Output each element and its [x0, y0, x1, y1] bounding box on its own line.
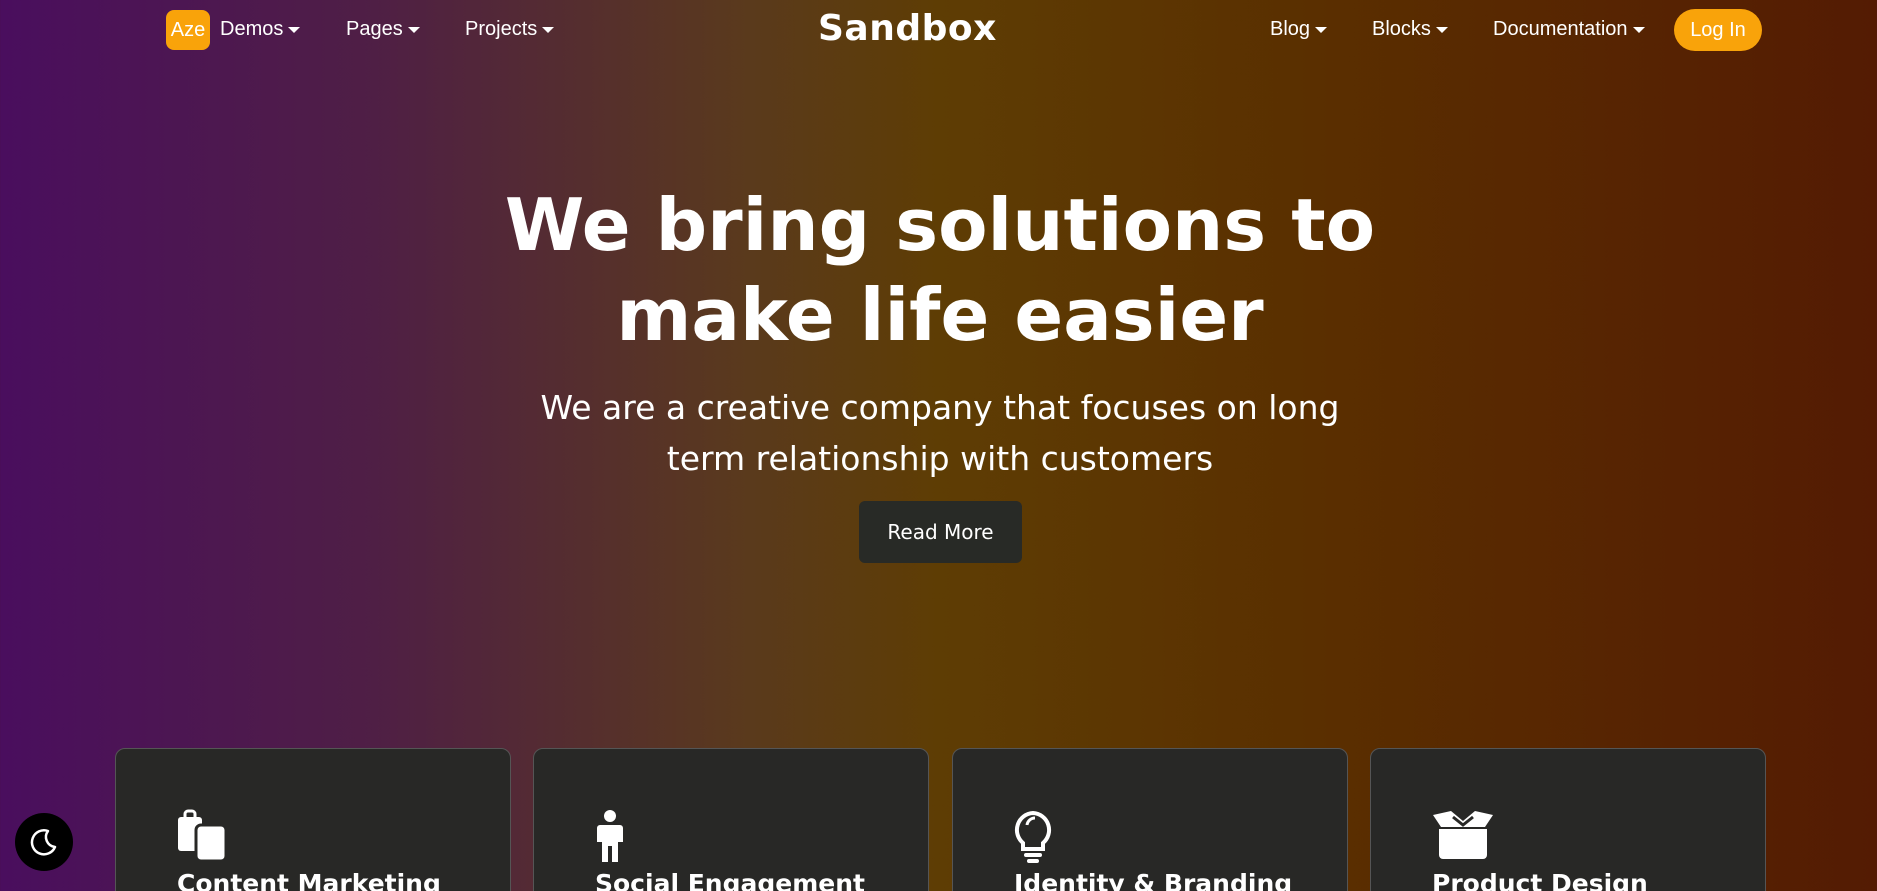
service-card-product-design[interactable]: Product Design: [1370, 748, 1766, 891]
caret-down-icon: [407, 26, 420, 33]
service-card-social-engagement[interactable]: Social Engagement: [533, 748, 929, 891]
read-more-button[interactable]: Read More: [859, 501, 1022, 563]
logo-badge[interactable]: Aze: [166, 10, 210, 50]
nav-item-label: Pages: [346, 18, 403, 40]
login-button[interactable]: Log In: [1674, 9, 1762, 51]
hero-title-line: We bring solutions to: [504, 183, 1376, 267]
hero-subtitle: We are a creative company that focuses o…: [540, 382, 1340, 484]
lightbulb-icon: [1013, 809, 1077, 865]
brand-logo[interactable]: Sandbox: [818, 8, 997, 49]
hero-subtitle-line: We are a creative company that focuses o…: [540, 388, 1340, 427]
nav-item-label: Projects: [465, 18, 538, 40]
service-card-identity-branding[interactable]: Identity & Branding: [952, 748, 1348, 891]
card-title: Content Marketing: [177, 869, 441, 891]
nav-item-label: Blog: [1270, 18, 1311, 40]
caret-down-icon: [1435, 26, 1448, 33]
hero-title: We bring solutions to make life easier: [500, 180, 1380, 360]
nav-item-projects[interactable]: Projects: [465, 18, 555, 41]
nav-item-pages[interactable]: Pages: [346, 18, 420, 41]
moon-icon: [30, 829, 57, 856]
clipboard-icon: [176, 809, 240, 865]
card-title: Identity & Branding: [1014, 869, 1293, 891]
nav-item-label: Blocks: [1372, 18, 1431, 40]
card-title: Product Design: [1432, 869, 1648, 891]
caret-down-icon: [288, 26, 301, 33]
hero-subtitle-line: term relationship with customers: [666, 439, 1214, 478]
caret-down-icon: [1632, 26, 1645, 33]
theme-toggle-button[interactable]: [15, 813, 73, 871]
nav-item-documentation[interactable]: Documentation: [1493, 18, 1645, 41]
nav-item-label: Demos: [220, 18, 284, 40]
person-icon: [594, 809, 658, 865]
card-title: Social Engagement: [595, 869, 865, 891]
nav-item-demos[interactable]: Demos: [220, 18, 301, 41]
nav-item-blog[interactable]: Blog: [1270, 18, 1328, 41]
nav-item-label: Documentation: [1493, 18, 1628, 40]
hero-title-line: make life easier: [616, 273, 1264, 357]
box-icon: [1431, 809, 1495, 865]
top-navbar: Aze Demos Pages Projects Sandbox Blog Bl…: [0, 0, 1877, 60]
nav-item-blocks[interactable]: Blocks: [1372, 18, 1448, 41]
service-card-content-marketing[interactable]: Content Marketing: [115, 748, 511, 891]
caret-down-icon: [542, 26, 555, 33]
caret-down-icon: [1315, 26, 1328, 33]
